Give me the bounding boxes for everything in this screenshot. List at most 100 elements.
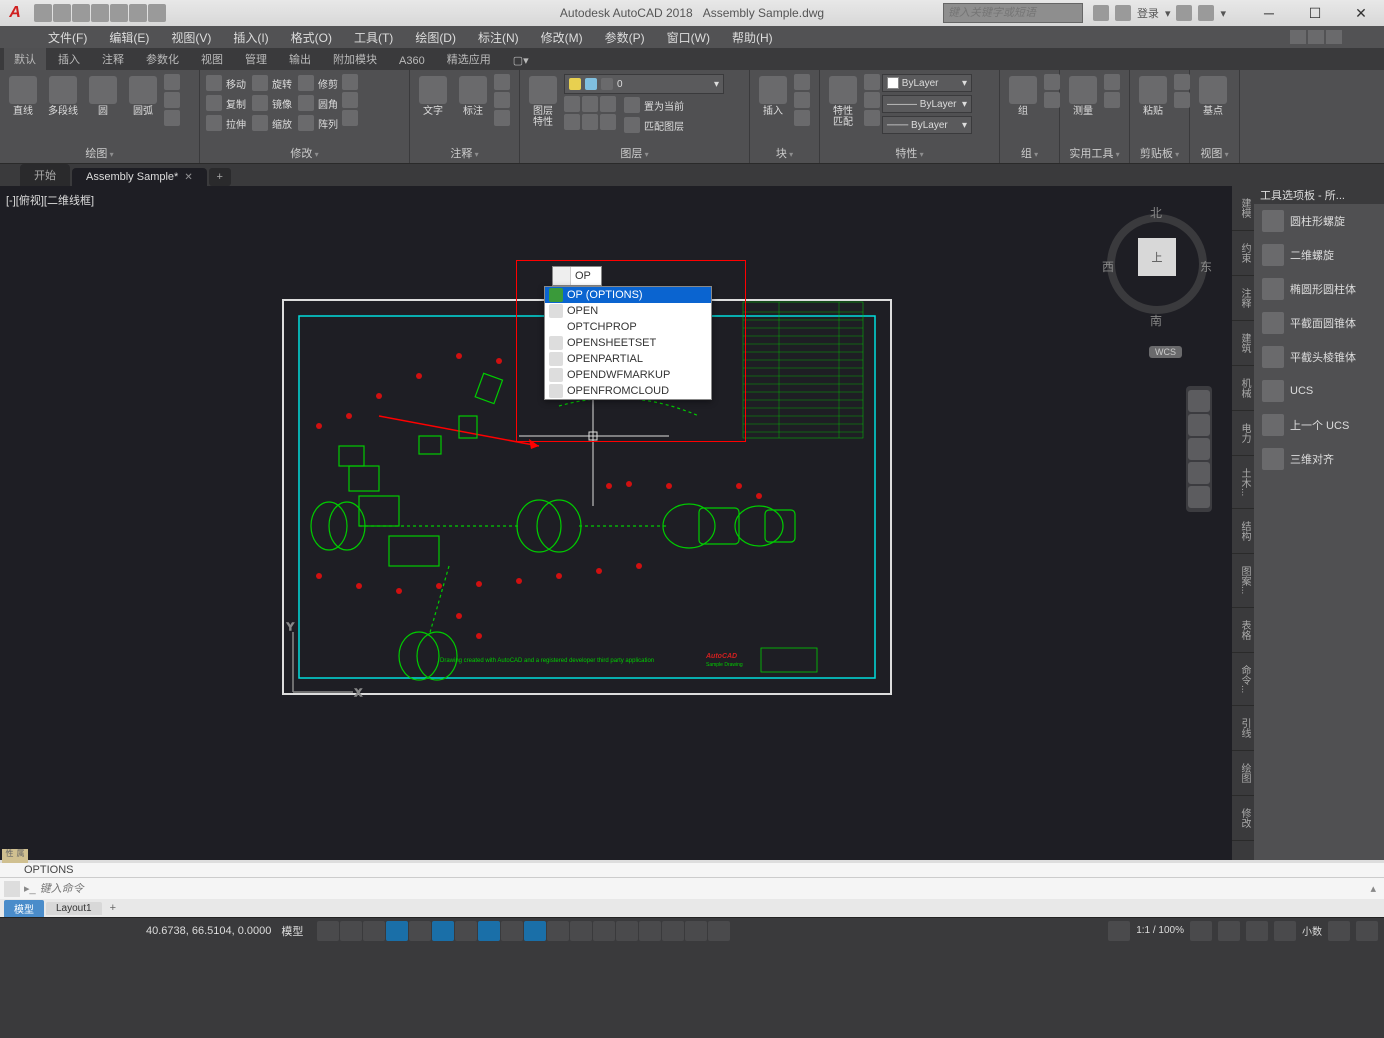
palette-title[interactable]: 工具选项板 - 所... xyxy=(1254,186,1384,204)
ungroup-icon[interactable] xyxy=(1044,74,1060,90)
app-logo[interactable]: A xyxy=(0,0,30,26)
command-line[interactable]: ▸_ ▴ xyxy=(0,877,1384,899)
grid-toggle[interactable] xyxy=(317,921,339,941)
line-button[interactable]: 直线 xyxy=(4,74,42,143)
ribbon-tab-view[interactable]: 视图 xyxy=(191,48,233,70)
vtab-5[interactable]: 电力 xyxy=(1232,411,1254,456)
mirror-button[interactable]: 镜像 xyxy=(250,94,294,112)
ellipse-icon[interactable] xyxy=(164,92,180,108)
layer-props-button[interactable]: 图层 特性 xyxy=(524,74,562,143)
ac-option-2[interactable]: OPTCHPROP xyxy=(545,319,711,335)
vtab-9[interactable]: 表格 xyxy=(1232,608,1254,653)
group-edit-icon[interactable] xyxy=(1044,92,1060,108)
layer-tool4-icon[interactable] xyxy=(582,114,598,130)
qat-save-icon[interactable] xyxy=(72,4,90,22)
qat-new-icon[interactable] xyxy=(34,4,52,22)
linetype-combo[interactable]: ─── ByLayer▾ xyxy=(882,116,972,134)
props-extra2-icon[interactable] xyxy=(864,92,880,108)
rect-icon[interactable] xyxy=(164,74,180,90)
vtab-0[interactable]: 建模 xyxy=(1232,186,1254,231)
layer-tool6-icon[interactable] xyxy=(600,114,616,130)
zoom-extents-icon[interactable] xyxy=(1188,438,1210,460)
panel-clip-title[interactable]: 剪贴板 xyxy=(1132,145,1187,161)
snap-toggle[interactable] xyxy=(340,921,362,941)
help-search[interactable] xyxy=(943,3,1083,23)
login-dropdown-icon[interactable]: ▾ xyxy=(1165,7,1171,20)
menu-edit[interactable]: 编辑(E) xyxy=(99,27,159,48)
ribbon-tab-extra-icon[interactable]: ▢▾ xyxy=(503,51,539,70)
modify-extra3-icon[interactable] xyxy=(342,110,358,126)
ribbon-tab-insert[interactable]: 插入 xyxy=(48,48,90,70)
panel-props-title[interactable]: 特性 xyxy=(822,145,997,161)
menu-format[interactable]: 格式(O) xyxy=(281,27,342,48)
new-tab-button[interactable]: + xyxy=(209,168,231,186)
cmd-recent-icon[interactable]: ▴ xyxy=(1370,882,1376,895)
cart-icon[interactable] xyxy=(1198,5,1214,21)
vtab-2[interactable]: 注释 xyxy=(1232,276,1254,321)
otrack-toggle[interactable] xyxy=(478,921,500,941)
lineweight-combo[interactable]: ——— ByLayer▾ xyxy=(882,95,972,113)
move-button[interactable]: 移动 xyxy=(204,74,248,92)
ortho-toggle[interactable] xyxy=(363,921,385,941)
annoscale-icon[interactable] xyxy=(1108,921,1130,941)
mon-toggle[interactable] xyxy=(685,921,707,941)
make-current-button[interactable]: 置为当前 xyxy=(622,96,686,114)
dim-button[interactable]: 标注 xyxy=(454,74,492,143)
search-icon[interactable] xyxy=(1093,5,1109,21)
menu-modify[interactable]: 修改(M) xyxy=(531,27,593,48)
util-extra1-icon[interactable] xyxy=(1104,74,1120,90)
qat-saveas-icon[interactable] xyxy=(91,4,109,22)
palette-item-6[interactable]: 上一个 UCS xyxy=(1254,408,1384,442)
palette-item-2[interactable]: 椭圆形圆柱体 xyxy=(1254,272,1384,306)
props-extra3-icon[interactable] xyxy=(864,110,880,126)
palette-item-1[interactable]: 二维螺旋 xyxy=(1254,238,1384,272)
wcs-badge[interactable]: WCS xyxy=(1149,346,1182,358)
menu-file[interactable]: 文件(F) xyxy=(38,27,97,48)
vtab-7[interactable]: 结构 xyxy=(1232,509,1254,554)
stretch-button[interactable]: 拉伸 xyxy=(204,114,248,132)
rotate-button[interactable]: 旋转 xyxy=(250,74,294,92)
menu-view[interactable]: 视图(V) xyxy=(161,27,221,48)
ribbon-tab-addon[interactable]: 附加模块 xyxy=(323,48,387,70)
panel-view-title[interactable]: 视图 xyxy=(1192,145,1237,161)
sc-toggle[interactable] xyxy=(616,921,638,941)
qat-open-icon[interactable] xyxy=(53,4,71,22)
lwt-toggle[interactable] xyxy=(524,921,546,941)
util-extra2-icon[interactable] xyxy=(1104,92,1120,108)
vtab-4[interactable]: 机械 xyxy=(1232,366,1254,411)
vc-south[interactable]: 南 xyxy=(1150,312,1162,329)
color-combo[interactable]: ByLayer▾ xyxy=(882,74,972,92)
vc-north[interactable]: 北 xyxy=(1150,204,1162,221)
layer-tool3-icon[interactable] xyxy=(582,96,598,112)
ws-toggle[interactable] xyxy=(662,921,684,941)
ac-option-5[interactable]: OPENDWFMARKUP xyxy=(545,367,711,383)
ac-option-6[interactable]: OPENFROMCLOUD xyxy=(545,383,711,399)
trim-button[interactable]: 修剪 xyxy=(296,74,340,92)
layout-tab-1[interactable]: Layout1 xyxy=(46,902,102,915)
table-icon[interactable] xyxy=(494,92,510,108)
array-button[interactable]: 阵列 xyxy=(296,114,340,132)
arc-button[interactable]: 圆弧 xyxy=(124,74,162,143)
doc-max-icon[interactable] xyxy=(1308,30,1324,44)
dyn-toggle[interactable] xyxy=(501,921,523,941)
panel-draw-title[interactable]: 绘图 xyxy=(2,145,197,161)
zoom-label[interactable]: 1:1 / 100% xyxy=(1136,925,1184,936)
transp-toggle[interactable] xyxy=(547,921,569,941)
doc-min-icon[interactable] xyxy=(1290,30,1306,44)
menu-draw[interactable]: 绘图(D) xyxy=(405,27,466,48)
tab-close-icon[interactable]: ✕ xyxy=(184,172,192,183)
layer-tool5-icon[interactable] xyxy=(600,96,616,112)
vtab-10[interactable]: 命令... xyxy=(1232,653,1254,706)
vtab-11[interactable]: 引线 xyxy=(1232,706,1254,751)
ac-option-0[interactable]: OP (OPTIONS) xyxy=(545,287,711,303)
user-icon[interactable] xyxy=(1115,5,1131,21)
qp-toggle[interactable] xyxy=(593,921,615,941)
polyline-button[interactable]: 多段线 xyxy=(44,74,82,143)
hatch-icon[interactable] xyxy=(164,110,180,126)
viewcube[interactable]: 上 北 南 西 东 xyxy=(1102,196,1212,316)
command-input[interactable] xyxy=(40,883,1367,895)
ac-option-3[interactable]: OPENSHEETSET xyxy=(545,335,711,351)
osnap-toggle[interactable] xyxy=(432,921,454,941)
palette-item-3[interactable]: 平截面圆锥体 xyxy=(1254,306,1384,340)
file-tab-start[interactable]: 开始 xyxy=(20,164,70,186)
